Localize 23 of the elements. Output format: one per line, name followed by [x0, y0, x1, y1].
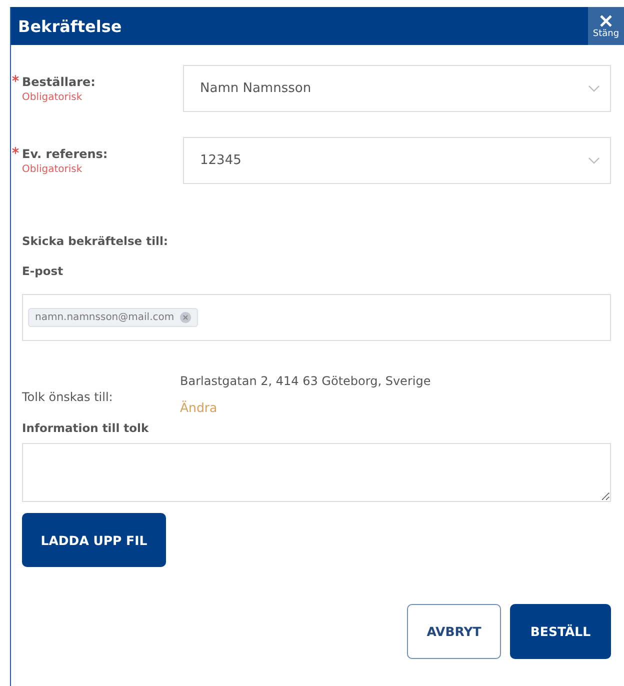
dialog-title: Bekräftelse: [17, 16, 122, 36]
email-field[interactable]: namn.namnsson@mail.com: [22, 294, 611, 341]
required-hint: Obligatorisk: [22, 92, 84, 103]
close-icon: [599, 14, 613, 28]
field-label: Ev. referens:: [22, 147, 108, 161]
info-textarea[interactable]: [22, 443, 611, 502]
close-button[interactable]: Stäng: [588, 7, 624, 45]
chevron-down-icon: [588, 156, 600, 164]
chevron-down-icon: [588, 84, 600, 92]
remove-icon: [180, 312, 192, 323]
field-label: Beställare:: [22, 75, 96, 89]
section-heading: Skicka bekräftelse till:: [22, 234, 170, 248]
upload-button[interactable]: LADDA UPP FIL: [22, 513, 166, 567]
email-tag[interactable]: namn.namnsson@mail.com: [28, 308, 198, 327]
required-hint: Obligatorisk: [22, 164, 84, 175]
address-text: Barlastgatan 2, 414 63 Göteborg, Sverige: [180, 374, 431, 388]
field-label: Information till tolk: [22, 421, 150, 435]
field-label: Tolk önskas till:: [22, 390, 114, 404]
order-button[interactable]: BESTÄLL: [510, 604, 611, 659]
cancel-button[interactable]: AVBRYT: [407, 604, 501, 659]
select-field[interactable]: 12345: [183, 137, 611, 184]
select-field[interactable]: Namn Namnsson: [183, 65, 611, 112]
field-label: E-post: [22, 264, 64, 278]
